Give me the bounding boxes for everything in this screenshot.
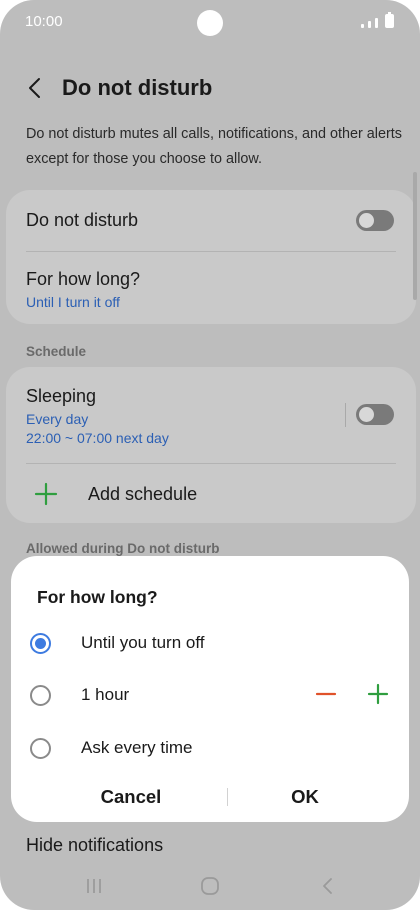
signal-icon — [368, 21, 371, 28]
option-ask-every-time[interactable]: Ask every time — [11, 725, 409, 771]
front-camera — [197, 10, 223, 36]
status-bar: 10:00 — [0, 0, 420, 44]
back-arrow-icon[interactable] — [24, 76, 46, 100]
battery-icon — [385, 12, 394, 28]
back-nav-icon[interactable] — [318, 876, 338, 896]
vertical-divider — [345, 403, 346, 427]
dialog-buttons: Cancel OK — [11, 782, 409, 816]
signal-icon — [361, 24, 364, 28]
radio-button[interactable] — [30, 738, 51, 759]
toggle-knob — [359, 407, 374, 422]
dnd-toggle-switch[interactable] — [356, 210, 394, 231]
add-schedule-label: Add schedule — [88, 484, 198, 504]
radio-button[interactable] — [30, 685, 51, 706]
status-time: 10:00 — [25, 13, 63, 30]
allowed-section-label: Allowed during Do not disturb — [26, 541, 220, 556]
schedule-card: Sleeping Every day 22:00 ~ 07:00 next da… — [6, 367, 416, 523]
hide-notifications-row[interactable]: Hide notifications — [26, 835, 163, 856]
option-label: Until you turn off — [81, 633, 205, 652]
radio-button-selected[interactable] — [30, 633, 51, 654]
button-separator — [227, 788, 228, 806]
scrollbar[interactable] — [413, 172, 417, 300]
schedule-item-days: Every day — [26, 411, 89, 427]
plus-icon[interactable] — [366, 682, 390, 706]
cancel-button[interactable]: Cancel — [71, 782, 191, 812]
option-label: 1 hour — [81, 685, 130, 704]
option-label: Ask every time — [81, 738, 193, 757]
duration-dialog: For how long? Until you turn off 1 hour … — [11, 556, 409, 822]
home-icon[interactable] — [200, 876, 220, 896]
sleeping-toggle-switch[interactable] — [356, 404, 394, 425]
divider — [26, 251, 396, 252]
dnd-toggle-label[interactable]: Do not disturb — [26, 210, 138, 231]
schedule-section-label: Schedule — [26, 344, 87, 359]
option-one-hour[interactable]: 1 hour — [11, 672, 409, 718]
dnd-settings-card: Do not disturb For how long? Until I tur… — [6, 190, 416, 324]
status-icons — [361, 12, 394, 28]
radio-dot — [35, 638, 46, 649]
page-header: Do not disturb — [0, 66, 420, 110]
divider — [26, 463, 396, 464]
toggle-knob — [359, 213, 374, 228]
minus-icon[interactable] — [314, 682, 338, 706]
recent-apps-icon[interactable] — [84, 876, 104, 896]
schedule-item-title: Sleeping — [26, 386, 97, 406]
signal-icon — [375, 18, 378, 28]
schedule-item-time: 22:00 ~ 07:00 next day — [26, 430, 169, 446]
duration-value: Until I turn it off — [26, 294, 120, 310]
dialog-title: For how long? — [37, 587, 158, 607]
ok-button[interactable]: OK — [256, 782, 354, 812]
navigation-bar — [0, 862, 420, 910]
page-title: Do not disturb — [62, 75, 213, 100]
option-until-turn-off[interactable]: Until you turn off — [11, 620, 409, 666]
plus-icon — [34, 482, 58, 506]
duration-title: For how long? — [26, 269, 141, 289]
phone-screen: 10:00 Do not disturb Do not disturb mute… — [0, 0, 420, 910]
page-description: Do not disturb mutes all calls, notifica… — [26, 126, 402, 167]
